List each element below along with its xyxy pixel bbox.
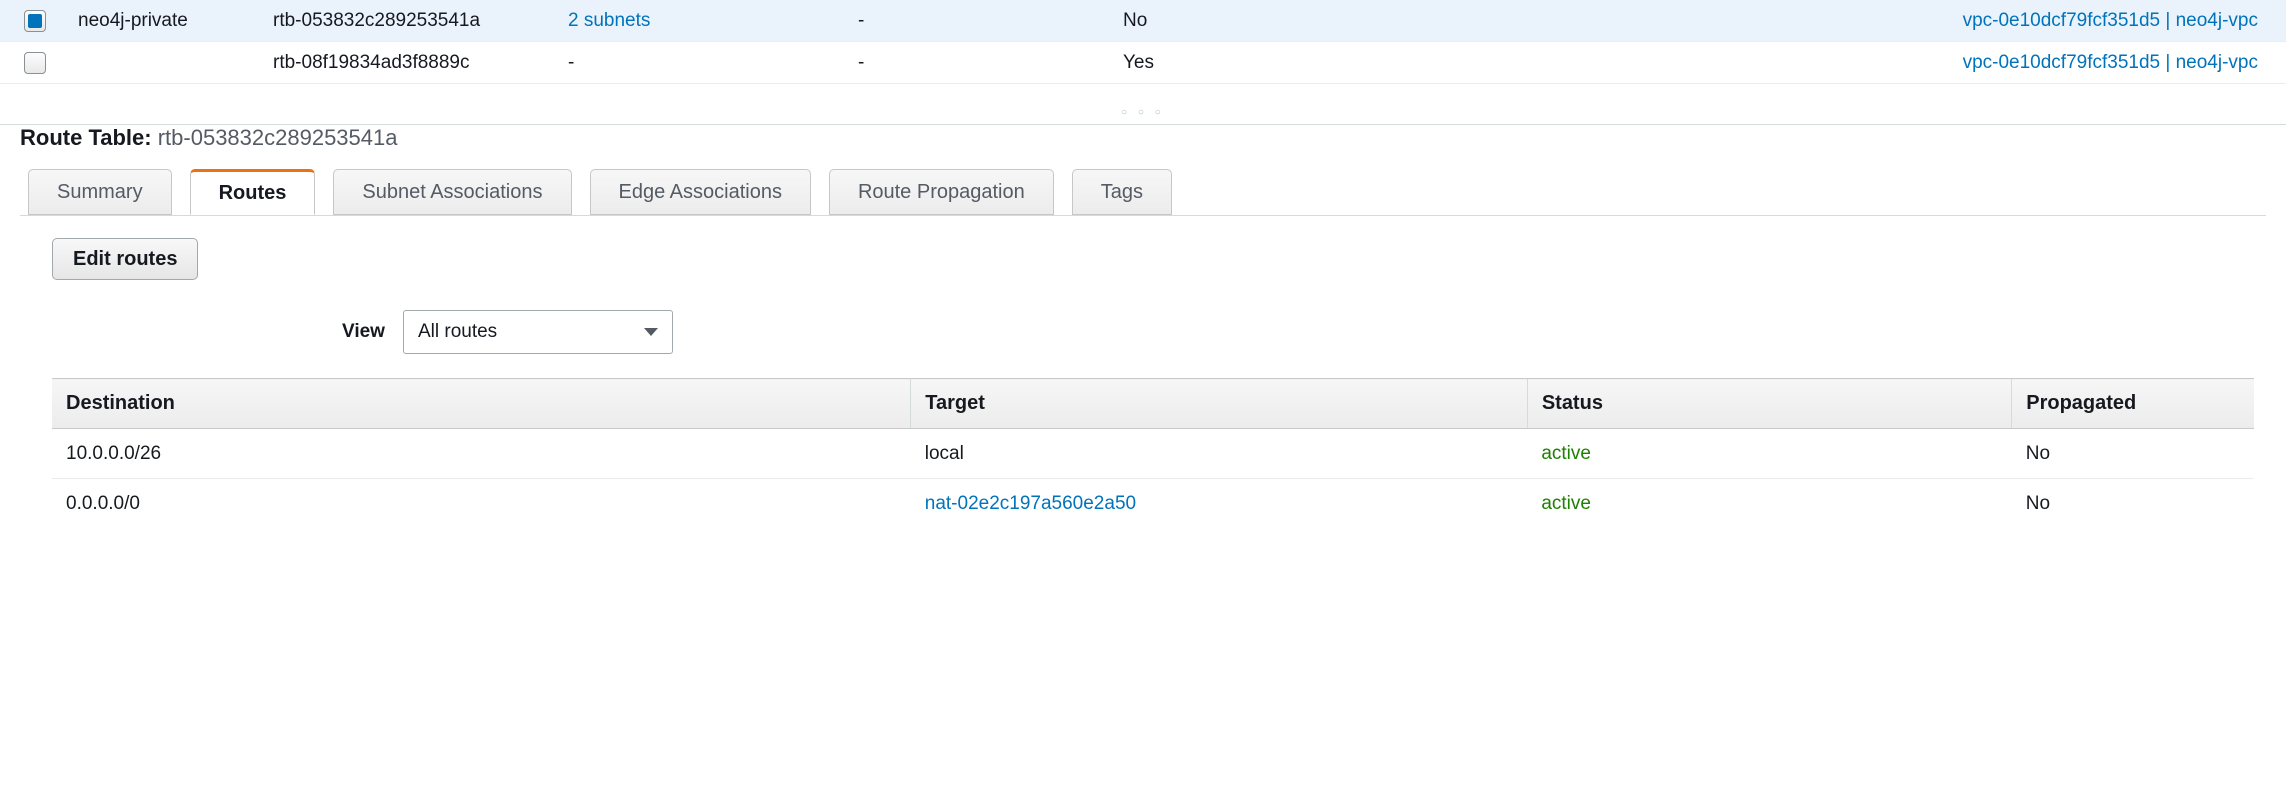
route-row: 0.0.0.0/0 nat-02e2c197a560e2a50 activeNo (52, 479, 2254, 529)
row-checkbox-cell (0, 10, 70, 32)
drag-dots-icon: ○ ○ ○ (1121, 107, 1165, 118)
route-status: active (1527, 479, 2011, 529)
route-row: 10.0.0.0/26localactiveNo (52, 429, 2254, 479)
row-id: rtb-08f19834ad3f8889c (265, 52, 560, 74)
route-table-list: neo4j-privatertb-053832c289253541a 2 subn… (0, 0, 2286, 84)
routes-panel: Edit routes View All routes Destination … (20, 216, 2266, 529)
row-vpc-link[interactable]: vpc-0e10dcf79fcf351d5 | neo4j-vpc (1963, 10, 2258, 31)
route-table-row[interactable]: neo4j-privatertb-053832c289253541a 2 subn… (0, 0, 2286, 42)
route-destination: 0.0.0.0/0 (52, 479, 911, 529)
row-subnet-assoc: - (560, 52, 850, 74)
routes-table-header: Destination Target Status Propagated (52, 379, 2254, 429)
tab-subnet-associations[interactable]: Subnet Associations (333, 169, 571, 215)
col-status[interactable]: Status (1527, 379, 2011, 429)
col-propagated[interactable]: Propagated (2012, 379, 2254, 429)
edit-routes-button[interactable]: Edit routes (52, 238, 198, 280)
route-propagated: No (2012, 479, 2254, 529)
route-status: active (1527, 429, 2011, 479)
row-checkbox-cell (0, 52, 70, 74)
row-name: neo4j-private (70, 10, 265, 32)
row-subnet-assoc[interactable]: 2 subnets (560, 10, 850, 32)
tab-edge-associations[interactable]: Edge Associations (590, 169, 811, 215)
route-target[interactable]: nat-02e2c197a560e2a50 (911, 479, 1528, 529)
tab-route-propagation[interactable]: Route Propagation (829, 169, 1054, 215)
routes-table: Destination Target Status Propagated 10.… (52, 378, 2254, 529)
details-title: Route Table: rtb-053832c289253541a (20, 125, 2266, 151)
route-table-row[interactable]: rtb-08f19834ad3f8889c--Yesvpc-0e10dcf79f… (0, 42, 2286, 84)
row-subnet-assoc-link[interactable]: 2 subnets (568, 10, 650, 31)
tab-summary[interactable]: Summary (28, 169, 172, 215)
row-checkbox[interactable] (24, 52, 46, 74)
details-title-label: Route Table: (20, 125, 152, 150)
chevron-down-icon (644, 328, 658, 336)
row-vpc[interactable]: vpc-0e10dcf79fcf351d5 | neo4j-vpc (1330, 10, 2266, 32)
details-tabs: Summary Routes Subnet Associations Edge … (20, 169, 2266, 216)
row-main: Yes (1115, 52, 1330, 74)
route-target-link[interactable]: nat-02e2c197a560e2a50 (925, 493, 1136, 514)
route-propagated: No (2012, 429, 2254, 479)
row-checkbox[interactable] (24, 10, 46, 32)
row-vpc-link[interactable]: vpc-0e10dcf79fcf351d5 | neo4j-vpc (1963, 52, 2258, 73)
tab-routes[interactable]: Routes (190, 169, 316, 215)
route-table-details: Route Table: rtb-053832c289253541a Summa… (0, 125, 2286, 529)
route-target: local (911, 429, 1528, 479)
tab-tags[interactable]: Tags (1072, 169, 1172, 215)
row-edge-assoc: - (850, 52, 1115, 74)
view-filter-row: View All routes (342, 310, 2254, 354)
view-label: View (342, 321, 385, 343)
row-id: rtb-053832c289253541a (265, 10, 560, 32)
col-target[interactable]: Target (911, 379, 1528, 429)
col-destination[interactable]: Destination (52, 379, 911, 429)
route-destination: 10.0.0.0/26 (52, 429, 911, 479)
row-vpc[interactable]: vpc-0e10dcf79fcf351d5 | neo4j-vpc (1330, 52, 2266, 74)
row-main: No (1115, 10, 1330, 32)
panel-resize-handle[interactable]: ○ ○ ○ (0, 106, 2286, 118)
details-title-value: rtb-053832c289253541a (158, 125, 398, 150)
view-select-value: All routes (418, 321, 497, 343)
row-edge-assoc: - (850, 10, 1115, 32)
view-select[interactable]: All routes (403, 310, 673, 354)
